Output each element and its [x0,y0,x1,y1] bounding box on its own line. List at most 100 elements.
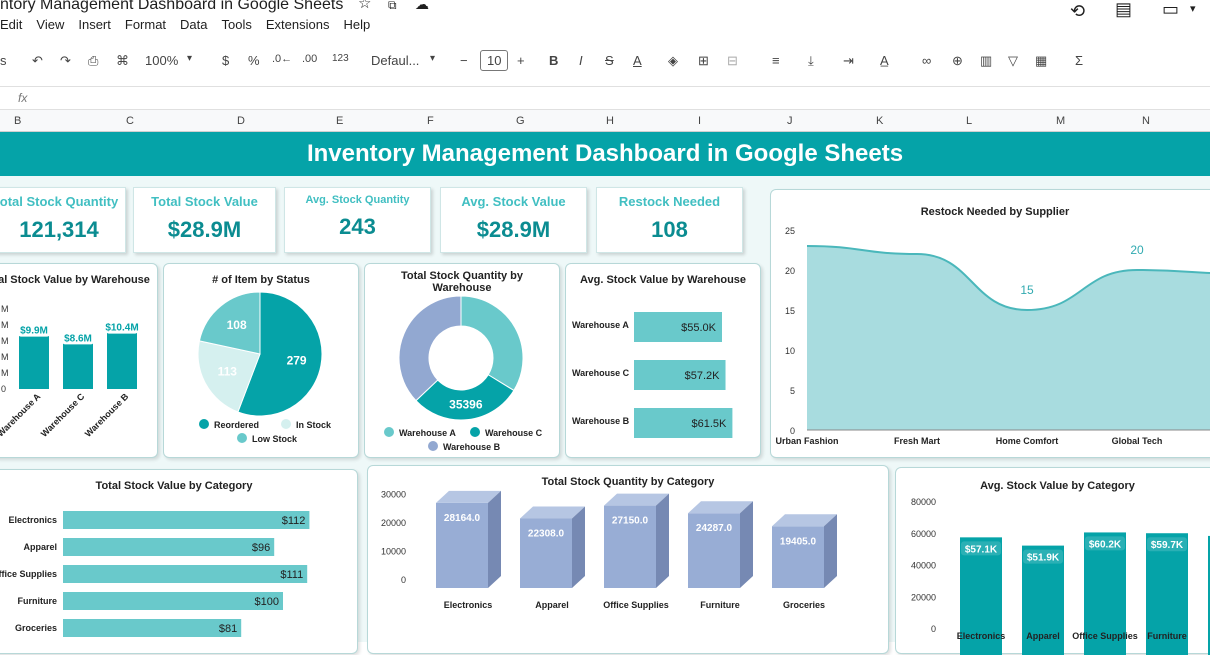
col-header[interactable]: E [336,115,343,127]
toolbar: s ↶ ↷ ⎙ ⌘ 100% ▾ $ % .0← .00 123 Defaul.… [0,44,1210,78]
currency-format-button[interactable]: $ [222,53,229,68]
fill-color-icon[interactable]: ◈ [668,53,678,69]
chart-card[interactable]: Avg. Stock Value by Category 0 20000 40000… [895,467,1210,655]
undo-icon[interactable]: ↶ [32,53,43,69]
dashboard-title: Inventory Management Dashboard in Google… [306,140,904,167]
text-wrap-icon[interactable]: ⇥ [843,53,854,69]
menu-insert[interactable]: Insert [78,17,111,32]
bar [107,326,137,389]
functions-button[interactable]: Σ [1075,53,1083,68]
print-icon[interactable]: ⎙ [88,53,98,69]
data-label: $112 [282,515,306,527]
percent-format-button[interactable]: % [248,53,260,68]
align-vertical-icon[interactable]: ⤓ [808,53,814,69]
column-headers: B C D E F G H I J K L M N [0,110,1210,132]
increase-decimal-button[interactable]: .00 [302,53,317,65]
merge-cells-icon[interactable]: ⊟ [727,53,738,69]
y-tick-label: M [1,304,9,314]
move-folder-icon[interactable]: ⧉ [388,0,397,12]
data-label: 22308.0 [528,529,565,540]
col-header[interactable]: K [876,115,883,127]
chart-card[interactable]: Total Stock Value by Category Electronic… [0,469,358,654]
col-header[interactable]: N [1142,115,1150,127]
search-menus[interactable]: s [0,53,7,68]
insert-comment-icon[interactable]: ⊕ [952,53,963,69]
data-label: 20 [1130,243,1144,257]
col-header[interactable]: L [966,115,972,127]
comment-icon[interactable]: ▤ [1115,0,1132,18]
chart-avg-warehouse: Warehouse A $55.0K Warehouse C $57.2K Wareho… [572,312,733,438]
menu-tools[interactable]: Tools [222,17,252,32]
insert-chart-icon[interactable]: ▥ [980,53,992,69]
chart-card[interactable]: al Stock Value by Warehouse M M M M M 0 $9.9M W… [0,263,158,458]
cloud-status-icon[interactable]: ☁ [415,0,429,11]
text-rotate-icon[interactable]: A̲ [880,53,889,68]
history-icon[interactable]: ⟲ [1070,2,1085,20]
italic-button[interactable]: I [579,53,583,68]
insert-link-icon[interactable]: ∞ [922,53,931,68]
chart-card[interactable]: Restock Needed by Supplier 0 5 10 15 20 25 Urb… [770,189,1210,458]
data-label: 113 [218,365,238,379]
menu-view[interactable]: View [36,17,64,32]
legend-label: Warehouse C [485,428,543,438]
chart-value-category: Electronics $112 Apparel $96 Office Supplies… [0,511,310,637]
strikethrough-button[interactable]: S [605,53,614,68]
bold-button[interactable]: B [549,53,558,68]
font-size-input[interactable]: 10 [480,50,509,71]
menu-format[interactable]: Format [125,17,166,32]
col-header[interactable]: G [516,115,525,127]
font-size-decrease-button[interactable]: − [460,53,468,68]
x-tick-label: Office Supplies [603,600,669,610]
y-tick-label: Electronics [8,515,57,525]
kpi-value: 121,314 [19,217,99,242]
data-label: $100 [255,596,279,608]
col-header[interactable]: D [237,115,245,127]
chart-card[interactable]: Total Stock Quantity by Category 0 10000 2… [367,465,889,654]
col-header[interactable]: C [126,115,134,127]
chart-card[interactable]: # of Item by Status 279 113 108 Reordered In… [163,263,359,458]
area-fill [807,246,1210,430]
meet-icon[interactable]: ▭ [1162,0,1179,18]
menu-data[interactable]: Data [180,17,207,32]
x-tick-label: Groceries [783,600,825,610]
chart-card[interactable]: Total Stock Quantity by Warehouse 35396 W… [364,263,560,458]
paint-format-icon[interactable]: ⌘ [116,53,129,69]
data-label: 27150.0 [612,516,649,527]
zoom-select[interactable]: 100% [145,53,178,68]
kpi-value: $28.9M [476,217,551,242]
data-label: $60.2K [1089,539,1122,550]
zoom-chevron-icon[interactable]: ▾ [187,53,192,64]
x-tick-label: Electronics [444,600,493,610]
kpi-value: 108 [651,217,688,242]
col-header[interactable]: I [698,115,701,127]
font-select[interactable]: Defaul... [371,53,419,68]
align-horizontal-icon[interactable]: ≡ [772,53,780,68]
col-header[interactable]: H [606,115,614,127]
filter-icon[interactable]: ▽ [1008,53,1018,69]
col-header[interactable]: M [1056,115,1065,127]
menu-edit[interactable]: Edit [0,17,22,32]
star-icon[interactable]: ☆ [358,0,371,11]
chart-card[interactable]: Avg. Stock Value by Warehouse Warehouse … [565,263,761,458]
text-color-button[interactable]: A [633,53,642,68]
font-size-increase-button[interactable]: + [517,53,525,68]
borders-icon[interactable]: ⊞ [698,53,709,69]
y-tick-label: 10000 [381,547,406,557]
redo-icon[interactable]: ↷ [60,53,71,69]
data-label: $9.9M [20,326,48,337]
col-header[interactable]: J [787,115,793,127]
more-formats-button[interactable]: 123 [332,53,349,64]
data-label: $57.2K [685,370,721,382]
y-tick-label: 0 [1,384,6,394]
font-chevron-icon[interactable]: ▾ [430,53,435,64]
menu-help[interactable]: Help [343,17,370,32]
col-header[interactable]: F [427,115,434,127]
col-header[interactable]: B [14,115,21,127]
decrease-decimal-button[interactable]: .0← [272,53,292,65]
filter-views-icon[interactable]: ▦ [1035,53,1047,69]
legend-label: Low Stock [252,434,298,444]
menu-extensions[interactable]: Extensions [266,17,330,32]
y-tick-label: M [1,320,9,330]
document-title[interactable]: ntory Management Dashboard in Google She… [0,0,343,13]
chevron-down-icon[interactable]: ▾ [1190,2,1196,16]
